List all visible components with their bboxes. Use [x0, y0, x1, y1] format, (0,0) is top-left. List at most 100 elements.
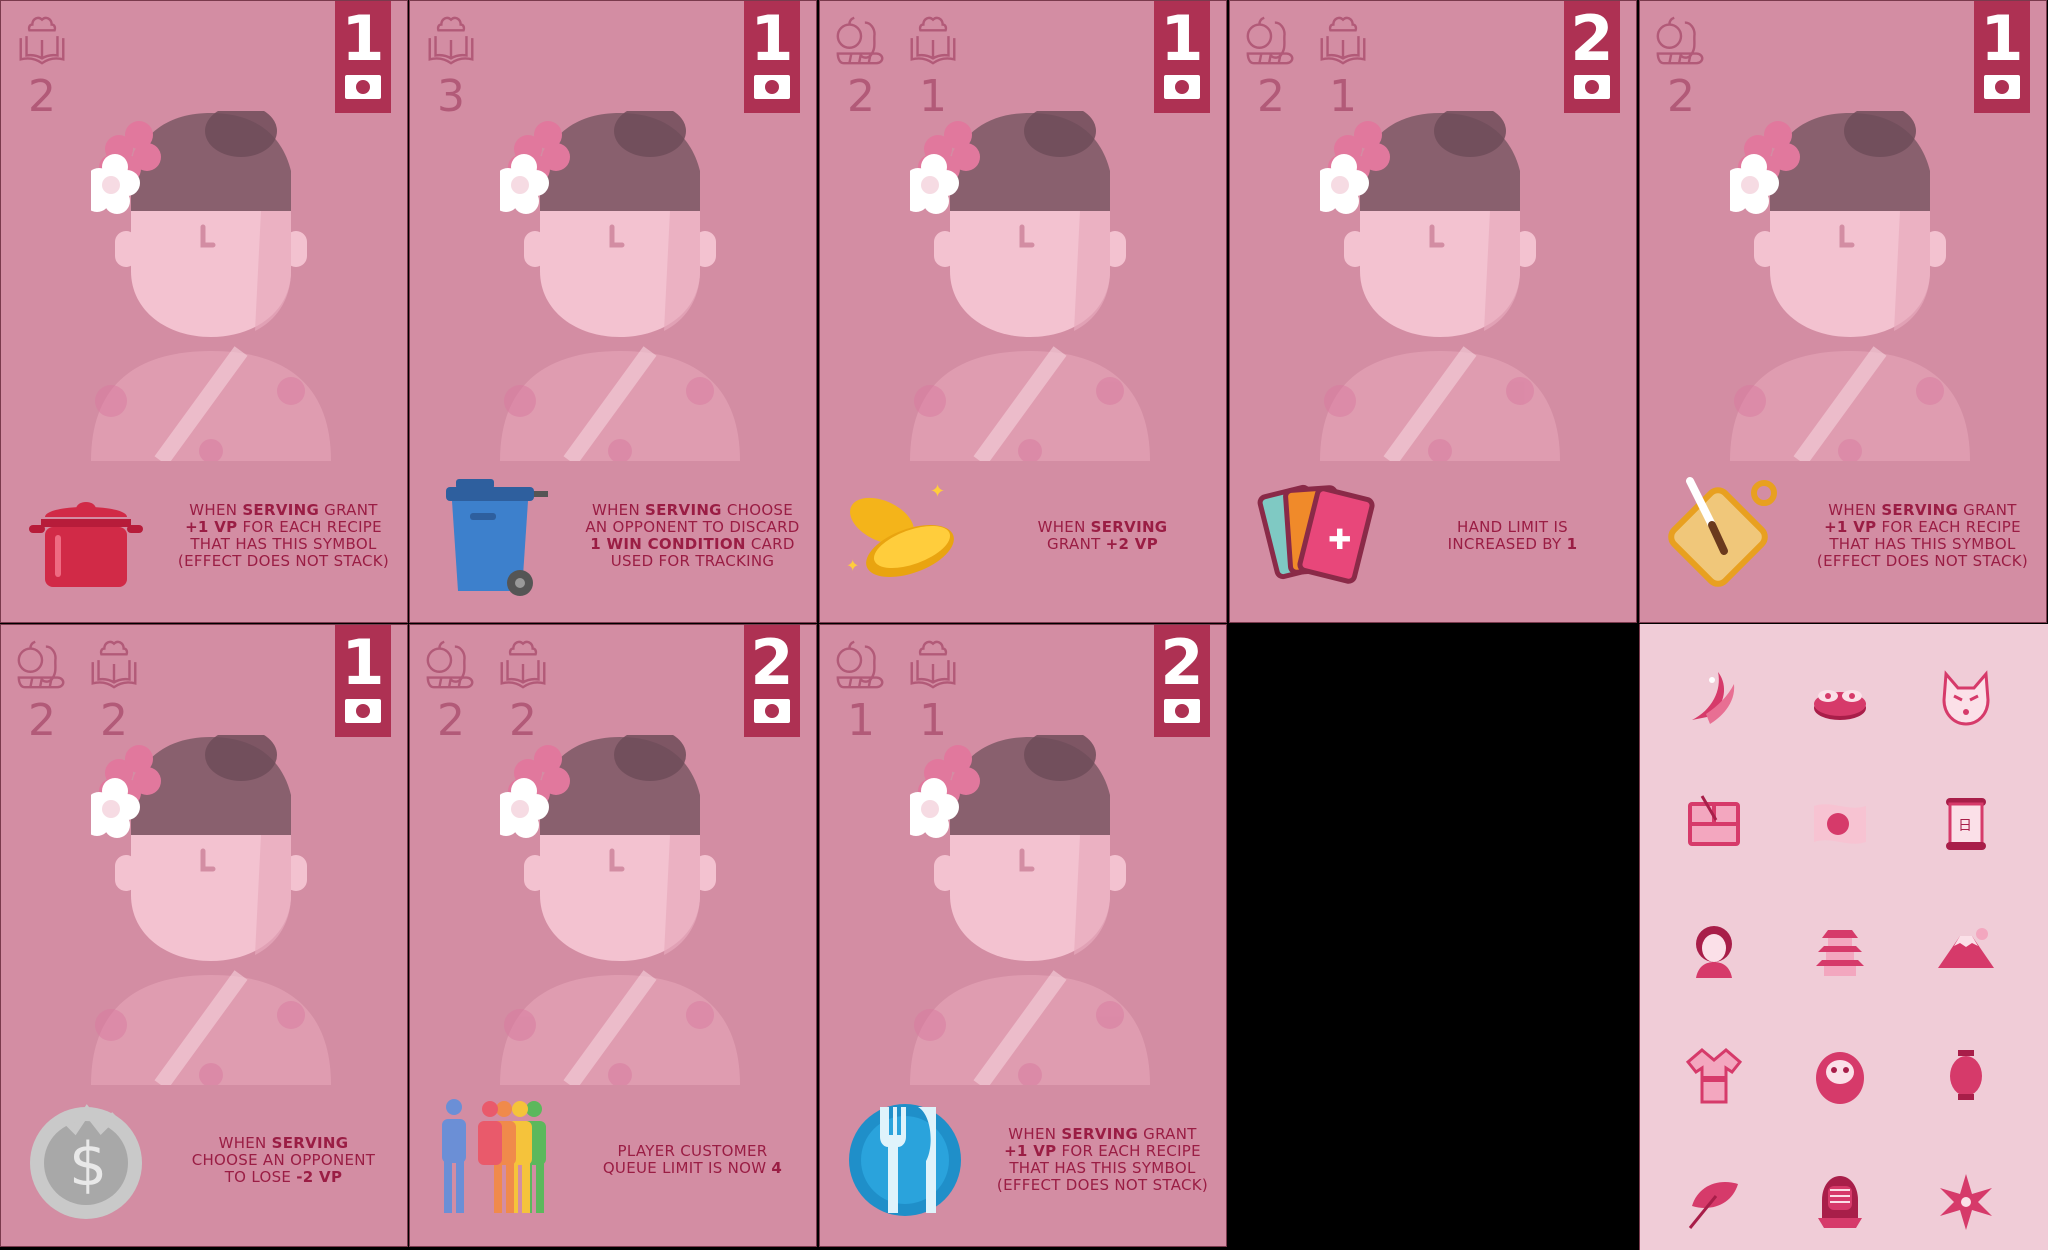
effect-phrase: GRANT [1958, 501, 2017, 519]
requirements: 21 [1242, 11, 1372, 121]
produce-icon [13, 635, 71, 697]
effect-phrase: (EFFECT DOES NOT STACK) [1816, 552, 2029, 570]
cookbook-icon [904, 11, 962, 73]
geisha-portrait [84, 105, 331, 466]
effect-phrase: USED FOR TRACKING [610, 552, 775, 570]
effect-phrase: WHEN [189, 501, 243, 519]
requirement: 2 [1242, 11, 1300, 121]
effect-phrase: (EFFECT DOES NOT STACK) [996, 1176, 1209, 1194]
requirements: 3 [422, 11, 480, 121]
cost-value: 1 [341, 626, 385, 699]
requirement: 2 [832, 11, 890, 121]
cost-badge: 1 [335, 1, 391, 113]
mount-fuji-icon [1922, 906, 2010, 994]
card[interactable]: 1 1 2 WHEN SERVING GRANT +1 VP FOR EACH REC… [819, 624, 1227, 1247]
requirements: 22 [13, 635, 143, 745]
requirement: 3 [422, 11, 480, 121]
effect-description: WHEN SERVING GRANT +1 VP FOR EACH RECIPE… [1817, 502, 2028, 570]
effect-text: WHEN SERVING CHOOSE AN OPPONENT TO DISCA… [580, 471, 805, 601]
requirement: 2 [494, 635, 552, 745]
card[interactable]: 2 2 2 PLAYER CUSTOMER QUEUE LIMIT IS NOW 4 [409, 624, 817, 1247]
geisha-portrait [1313, 105, 1560, 466]
cost-badge: 1 [744, 1, 800, 113]
card[interactable]: 2 1 WHEN SERVING GRANT +1 VP FOR EACH RECI… [0, 0, 408, 623]
cost-value: 1 [750, 2, 794, 75]
cookbook-icon [904, 635, 962, 697]
cookbook-icon [1314, 11, 1372, 73]
kendo-helmet-icon [1796, 1158, 1884, 1246]
cutting-board-icon [1660, 471, 1790, 601]
svg-text:日: 日 [1958, 818, 1972, 834]
effect-keyword: 4 [771, 1159, 783, 1177]
effect-keyword: +2 VP [1105, 535, 1158, 553]
cost-value: 2 [1570, 2, 1614, 75]
effect-phrase: GRANT [319, 501, 378, 519]
geisha-portrait [1723, 105, 1970, 466]
cost-badge: 2 [1564, 1, 1620, 113]
effect-phrase: CHOOSE AN OPPONENT [191, 1150, 376, 1169]
requirement: 1 [1314, 11, 1372, 121]
requirement-count: 2 [1667, 71, 1695, 122]
effect-phrase: GRANT [1047, 535, 1106, 553]
japan-flag-icon [754, 75, 790, 99]
produce-icon [422, 635, 480, 697]
effect-phrase: INCREASED BY [1447, 535, 1567, 553]
requirement-count: 2 [847, 71, 875, 122]
effect-keyword: SERVING [1061, 1125, 1139, 1143]
card[interactable]: 2 1 2 ✚ HAND LIMIT IS INCREASED BY 1 [1229, 0, 1637, 623]
japan-flag-icon [754, 699, 790, 723]
people-queue-icon [430, 1095, 560, 1225]
effect-phrase: CARD [745, 535, 795, 553]
shuriken-icon [1922, 1158, 2010, 1246]
geisha-portrait [493, 729, 740, 1090]
effect-phrase: THAT HAS THIS SYMBOL [190, 535, 377, 553]
card[interactable]: 2 1 1 ✦ ✦ WHEN SERVING GRANT +2 VP [819, 0, 1227, 623]
card[interactable]: 2 2 1 $ WHEN SERVING CHOOSE AN OPPONENT TO LO… [0, 624, 408, 1247]
geisha-portrait [903, 729, 1150, 1090]
sushi-icon [1796, 654, 1884, 742]
effect-phrase: (EFFECT DOES NOT STACK) [177, 552, 390, 570]
effect-description: WHEN SERVING CHOOSE AN OPPONENT TO DISCA… [585, 502, 799, 570]
cards-icon: ✚ [1250, 471, 1380, 601]
produce-icon [1242, 11, 1300, 73]
effect-keyword: +1 VP [1004, 1142, 1057, 1160]
effect-phrase: WHEN [1037, 518, 1091, 536]
cost-value: 2 [1160, 626, 1204, 699]
scroll-icon: 日 [1922, 780, 2010, 868]
effect-description: WHEN SERVING GRANT +1 VP FOR EACH RECIPE… [178, 502, 389, 570]
effect-phrase: FOR EACH RECIPE [1876, 518, 2021, 536]
cost-badge: 1 [1974, 1, 2030, 113]
requirement: 1 [832, 635, 890, 745]
trash-bin-icon [430, 471, 560, 601]
cookbook-icon [13, 11, 71, 73]
requirement-count: 3 [437, 71, 465, 122]
card-back[interactable]: 日 [1639, 624, 2048, 1250]
cost-value: 2 [750, 626, 794, 699]
geisha-portrait [903, 105, 1150, 466]
japan-flag-icon [1796, 780, 1884, 868]
effect-phrase: CHOOSE [721, 501, 794, 519]
kimono-icon [1670, 1032, 1758, 1120]
effect-phrase: HAND LIMIT IS [1456, 518, 1568, 536]
effect-description: PLAYER CUSTOMER QUEUE LIMIT IS NOW 4 [603, 1143, 782, 1177]
koi-fish-icon [1670, 654, 1758, 742]
requirement-count: 1 [847, 695, 875, 746]
effect-phrase: THAT HAS THIS SYMBOL [1009, 1159, 1196, 1177]
effect-description: WHEN SERVING CHOOSE AN OPPONENT TO LOSE -… [191, 1134, 376, 1186]
effect-phrase: TO LOSE [224, 1167, 297, 1186]
japan-flag-icon [1164, 75, 1200, 99]
pagoda-icon [1796, 906, 1884, 994]
requirement: 1 [904, 11, 962, 121]
effect-text: PLAYER CUSTOMER QUEUE LIMIT IS NOW 4 [580, 1095, 805, 1225]
japan-flag-icon [1984, 75, 2020, 99]
card[interactable]: 2 1 WHEN SERVING GRANT +1 VP FOR EACH RECI… [1639, 0, 2047, 623]
cost-value: 1 [1980, 2, 2024, 75]
requirement: 2 [85, 635, 143, 745]
card-back-icon-grid: 日 [1670, 654, 2010, 1246]
effect-description: HAND LIMIT IS INCREASED BY 1 [1448, 519, 1578, 553]
requirements: 22 [422, 635, 552, 745]
card[interactable]: 3 1 WHEN SERVING CHOOSE AN OPPONENT TO DIS… [409, 0, 817, 623]
geisha-icon [1670, 906, 1758, 994]
requirement: 2 [13, 635, 71, 745]
svg-text:✚: ✚ [1328, 523, 1351, 556]
